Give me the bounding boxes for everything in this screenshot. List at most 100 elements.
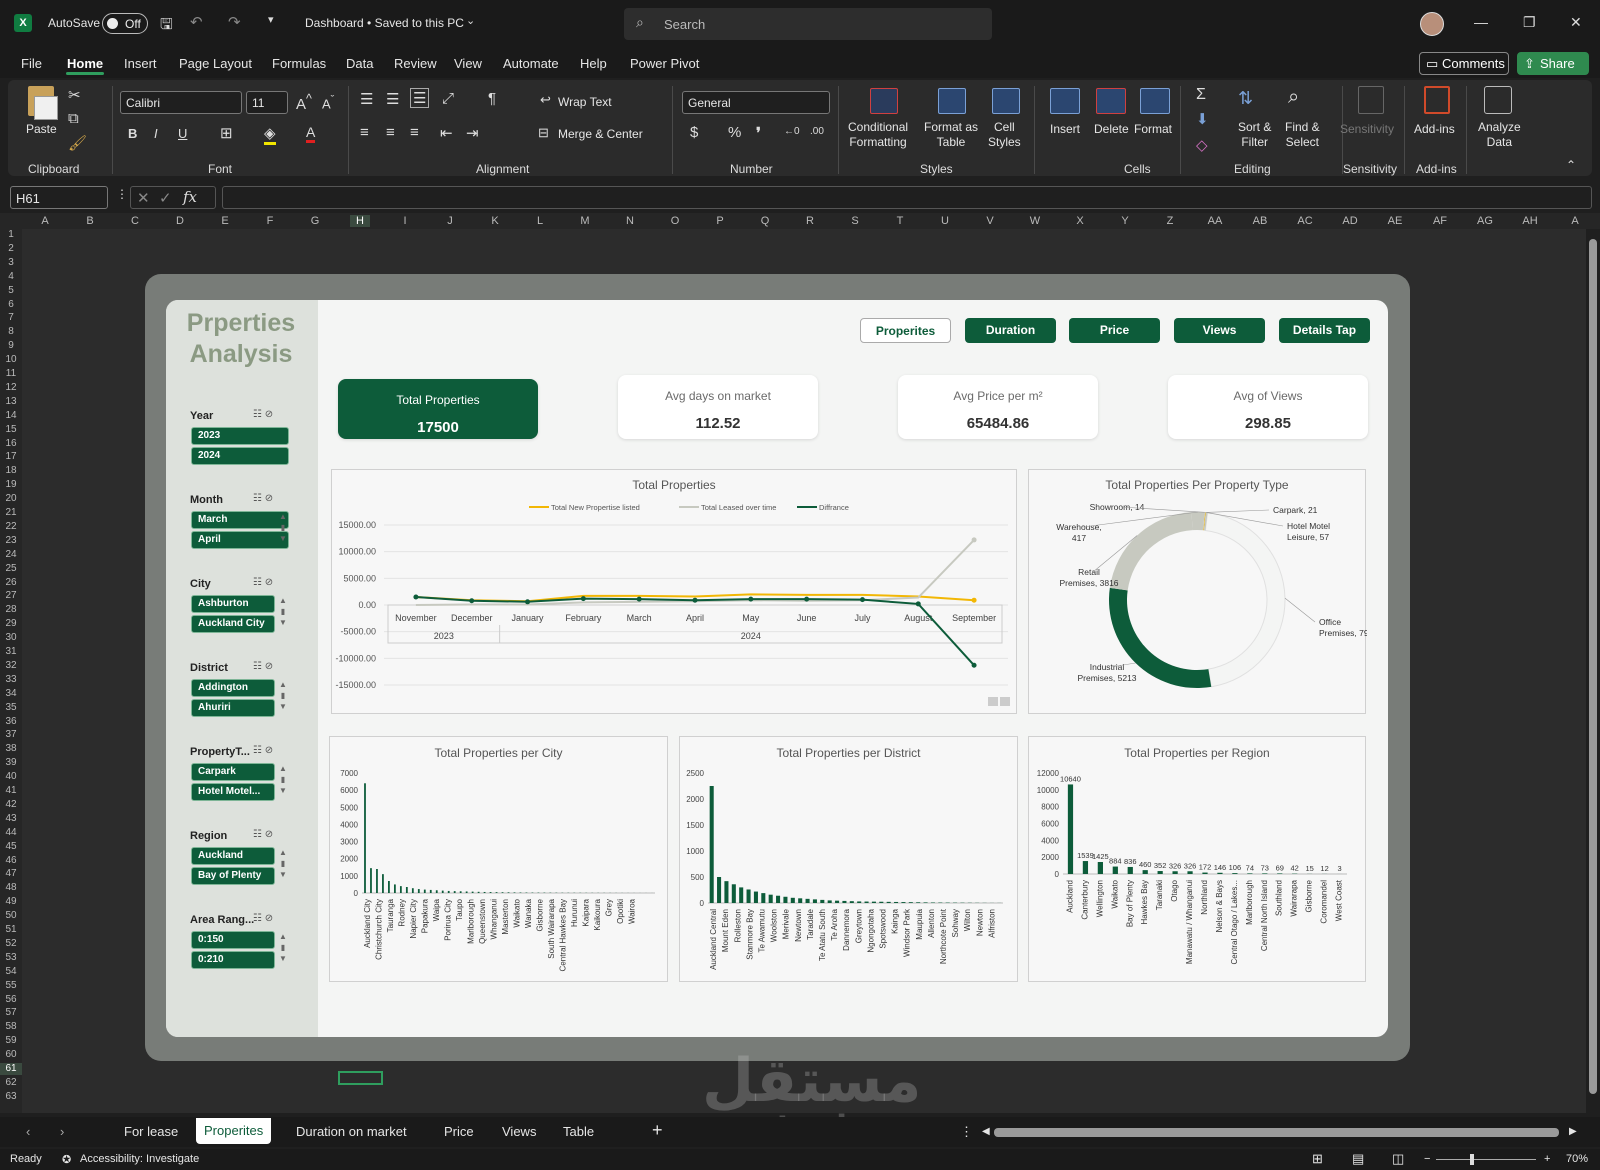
decrease-decimal-icon[interactable]: .00: [810, 126, 824, 137]
document-title[interactable]: Dashboard • Saved to this PC: [305, 16, 464, 30]
row-header[interactable]: 28: [0, 604, 22, 616]
column-header[interactable]: R: [800, 215, 820, 227]
row-header[interactable]: 36: [0, 716, 22, 728]
vertical-scrollbar[interactable]: [1586, 229, 1600, 1113]
row-header[interactable]: 55: [0, 980, 22, 992]
row-header[interactable]: 13: [0, 396, 22, 408]
row-header[interactable]: 11: [0, 368, 22, 380]
row-header[interactable]: 34: [0, 688, 22, 700]
formula-input[interactable]: [222, 186, 1592, 209]
row-header[interactable]: 1: [0, 229, 22, 241]
normal-view-icon[interactable]: ⊞: [1312, 1151, 1323, 1167]
zoom-in-icon[interactable]: +: [1544, 1153, 1550, 1165]
row-header[interactable]: 6: [0, 299, 22, 311]
font-size-select[interactable]: 11: [246, 91, 288, 114]
column-header[interactable]: B: [80, 215, 100, 227]
column-header[interactable]: E: [215, 215, 235, 227]
row-header[interactable]: 41: [0, 785, 22, 797]
format-painter-icon[interactable]: 🖌: [68, 134, 87, 152]
column-header[interactable]: V: [980, 215, 1000, 227]
minimize-icon[interactable]: —: [1474, 14, 1488, 30]
row-header[interactable]: 59: [0, 1035, 22, 1047]
column-header[interactable]: AA: [1205, 215, 1225, 227]
horizontal-scrollbar[interactable]: [994, 1128, 1559, 1137]
redo-icon[interactable]: ↷: [228, 13, 241, 31]
row-header[interactable]: 9: [0, 340, 22, 352]
slicer-clear-filter-icon[interactable]: ☷ ⊘: [253, 913, 273, 924]
slicer-clear-filter-icon[interactable]: ☷ ⊘: [253, 577, 273, 588]
bar-chart-city[interactable]: Total Properties per City 7000 6000 5000 40…: [329, 736, 668, 982]
cancel-icon[interactable]: ✕: [137, 189, 150, 207]
menu-help[interactable]: Help: [580, 56, 607, 71]
column-header[interactable]: H: [350, 215, 370, 227]
column-header[interactable]: A: [35, 215, 55, 227]
row-header[interactable]: 8: [0, 326, 22, 338]
row-header[interactable]: 45: [0, 841, 22, 853]
decrease-font-icon[interactable]: Aˇ: [322, 94, 334, 111]
row-header[interactable]: 23: [0, 535, 22, 547]
insert-cells-button[interactable]: Insert: [1050, 122, 1080, 137]
row-header[interactable]: 35: [0, 702, 22, 714]
row-header[interactable]: 61: [0, 1063, 22, 1075]
column-header[interactable]: L: [530, 215, 550, 227]
tab-price[interactable]: Price: [444, 1124, 474, 1139]
column-header[interactable]: Z: [1160, 215, 1180, 227]
row-header[interactable]: 14: [0, 410, 22, 422]
close-icon[interactable]: ✕: [1570, 14, 1582, 31]
column-header[interactable]: X: [1070, 215, 1090, 227]
row-header[interactable]: 58: [0, 1021, 22, 1033]
row-header[interactable]: 39: [0, 757, 22, 769]
tab-options-icon[interactable]: ⋮: [960, 1124, 973, 1140]
tab-scroll-left-icon[interactable]: ‹: [26, 1124, 30, 1139]
column-header[interactable]: AF: [1430, 215, 1450, 227]
column-header[interactable]: AE: [1385, 215, 1405, 227]
save-icon[interactable]: 🖫: [160, 14, 173, 39]
column-header[interactable]: K: [485, 215, 505, 227]
expand-icon[interactable]: [988, 697, 998, 706]
autosum-icon[interactable]: Σ: [1196, 86, 1206, 104]
tab-scroll-right-icon[interactable]: ›: [60, 1124, 64, 1139]
nav-duration-button[interactable]: Duration: [965, 318, 1056, 343]
clear-icon[interactable]: ◇: [1196, 136, 1208, 154]
menu-review[interactable]: Review: [394, 56, 437, 71]
donut-chart-property-type[interactable]: Total Properties Per Property Type Offic…: [1028, 469, 1367, 714]
comments-button[interactable]: ▭ Comments: [1419, 52, 1509, 75]
row-header[interactable]: 30: [0, 632, 22, 644]
bold-icon[interactable]: B: [128, 126, 137, 141]
row-header[interactable]: 56: [0, 994, 22, 1006]
menu-insert[interactable]: Insert: [124, 56, 157, 71]
row-header[interactable]: 48: [0, 882, 22, 894]
nav-details-button[interactable]: Details Tap: [1279, 318, 1370, 343]
row-header[interactable]: 37: [0, 729, 22, 741]
nav-price-button[interactable]: Price: [1069, 318, 1160, 343]
column-header[interactable]: I: [395, 215, 415, 227]
column-header[interactable]: AH: [1520, 215, 1540, 227]
row-header[interactable]: 60: [0, 1049, 22, 1061]
bar-chart-district[interactable]: Total Properties per District 2500 2000 15…: [679, 736, 1018, 982]
avatar[interactable]: [1420, 12, 1444, 36]
text-direction-icon[interactable]: ¶: [488, 90, 496, 107]
slicer-scrollbar[interactable]: ▲ ▮ ▼: [279, 763, 287, 796]
nav-properties-button[interactable]: Properites: [860, 318, 951, 343]
row-header[interactable]: 46: [0, 855, 22, 867]
tab-properites[interactable]: Properites: [196, 1118, 272, 1144]
align-left-icon[interactable]: ≡: [360, 124, 369, 141]
page-break-view-icon[interactable]: ◫: [1392, 1151, 1404, 1167]
cell-styles-button[interactable]: Cell Styles: [988, 120, 1021, 150]
slicer-item[interactable]: 2023: [191, 427, 289, 445]
row-header[interactable]: 57: [0, 1007, 22, 1019]
analyze-data-button[interactable]: Analyze Data: [1478, 120, 1521, 150]
borders-icon[interactable]: ⊞: [220, 124, 233, 142]
align-top-icon[interactable]: ☰: [360, 90, 373, 108]
row-header[interactable]: 24: [0, 549, 22, 561]
add-sheet-icon[interactable]: +: [652, 1120, 663, 1141]
menu-automate[interactable]: Automate: [503, 56, 559, 71]
slicer-clear-filter-icon[interactable]: ☷ ⊘: [253, 661, 273, 672]
row-header[interactable]: 44: [0, 827, 22, 839]
conditional-formatting-button[interactable]: Conditional Formatting: [848, 120, 908, 150]
row-header[interactable]: 22: [0, 521, 22, 533]
namebox-menu-icon[interactable]: ⋮: [116, 187, 128, 201]
align-middle-icon[interactable]: ☰: [386, 90, 399, 108]
undo-icon[interactable]: ↶: [190, 13, 203, 31]
column-header[interactable]: A: [1565, 215, 1585, 227]
